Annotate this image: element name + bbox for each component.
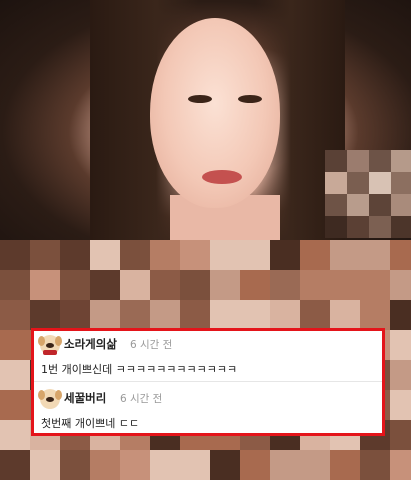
mosaic-cell [60, 450, 90, 480]
mosaic-cell [30, 270, 60, 300]
mosaic-cell [300, 300, 330, 330]
mosaic-cell [270, 240, 300, 270]
mosaic-cell [150, 300, 180, 330]
mosaic-cell [240, 450, 270, 480]
mosaic-cell [390, 300, 411, 330]
mosaic-cell [360, 300, 390, 330]
mosaic-cell [120, 450, 150, 480]
left-eye [188, 95, 212, 103]
lips [202, 170, 242, 184]
mosaic-cell [270, 300, 300, 330]
comment-timestamp: 6 시간 전 [120, 393, 163, 405]
mosaic-cell [120, 270, 150, 300]
mosaic-cell [30, 450, 60, 480]
dog-avatar-icon[interactable] [38, 389, 62, 409]
mosaic-cell [150, 270, 180, 300]
mosaic-cell [270, 450, 300, 480]
mosaic-cell [30, 240, 60, 270]
mosaic-cell [390, 270, 411, 300]
portrait-photo [0, 0, 411, 255]
mosaic-cell [390, 240, 411, 270]
mosaic-cell [390, 450, 411, 480]
mosaic-cell [90, 270, 120, 300]
mosaic-cell [0, 300, 30, 330]
mosaic-cell [330, 450, 360, 480]
mosaic-cell [330, 270, 360, 300]
mosaic-cell [90, 240, 120, 270]
dog-avatar-icon[interactable] [38, 335, 62, 355]
comment-text: 1번 개이쁘신데 ㅋㅋㅋㅋㅋㅋㅋㅋㅋㅋㅋㅋ [41, 363, 238, 376]
photo-scene: 소라게의삶 6 시간 전 1번 개이쁘신데 ㅋㅋㅋㅋㅋㅋㅋㅋㅋㅋㅋㅋ 세꿀버리 … [0, 0, 411, 480]
mosaic-cell [0, 360, 30, 390]
mosaic-cell [300, 270, 330, 300]
comment-timestamp: 6 시간 전 [130, 339, 173, 351]
mosaic-cell [0, 330, 30, 360]
mosaic-cell [30, 300, 60, 330]
mosaic-cell [150, 240, 180, 270]
mosaic-cell [0, 390, 30, 420]
mosaic-cell [330, 300, 360, 330]
mosaic-cell [300, 450, 330, 480]
mosaic-cell [210, 240, 240, 270]
mosaic-cell [210, 450, 240, 480]
right-eye [238, 95, 262, 103]
mosaic-cell [180, 300, 210, 330]
mosaic-cell [270, 270, 300, 300]
mosaic-cell [60, 300, 90, 330]
mosaic-cell [390, 420, 411, 450]
mosaic-cell [330, 240, 360, 270]
comment-highlight-box: 소라게의삶 6 시간 전 1번 개이쁘신데 ㅋㅋㅋㅋㅋㅋㅋㅋㅋㅋㅋㅋ 세꿀버리 … [31, 328, 385, 436]
mosaic-cell [60, 270, 90, 300]
comment-divider [34, 381, 382, 382]
mosaic-cell [180, 240, 210, 270]
mosaic-cell [60, 240, 90, 270]
mosaic-cell [90, 300, 120, 330]
mosaic-cell [390, 360, 411, 390]
mosaic-cell [120, 300, 150, 330]
mosaic-cell [210, 300, 240, 330]
mosaic-cell [180, 450, 210, 480]
comment-username[interactable]: 세꿀버리 [64, 390, 106, 406]
mosaic-cell [150, 450, 180, 480]
mosaic-cell [390, 390, 411, 420]
mosaic-cell [90, 450, 120, 480]
mosaic-cell [300, 240, 330, 270]
mosaic-cell [240, 240, 270, 270]
mosaic-cell [0, 270, 30, 300]
mosaic-cell [0, 450, 30, 480]
mosaic-cell [0, 420, 30, 450]
comment-username[interactable]: 소라게의삶 [64, 336, 117, 352]
mosaic-cell [120, 240, 150, 270]
mosaic-cell [210, 270, 240, 300]
mosaic-cell [360, 240, 390, 270]
mosaic-cell [0, 240, 30, 270]
mosaic-cell [240, 300, 270, 330]
comment-text: 첫번째 개이쁘네 ㄷㄷ [41, 417, 140, 430]
mosaic-cell [240, 270, 270, 300]
mosaic-cell [180, 270, 210, 300]
mosaic-cell [390, 330, 411, 360]
mosaic-cell [360, 270, 390, 300]
pixelated-region-right [325, 150, 411, 240]
mosaic-cell [360, 450, 390, 480]
